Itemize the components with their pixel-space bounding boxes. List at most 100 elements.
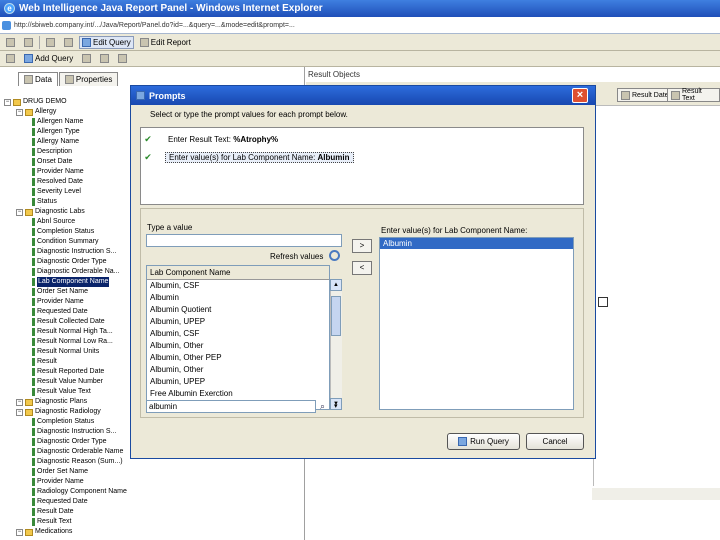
result-objects-header: Result Objects xyxy=(308,70,361,79)
tree-node-label: Provider Name xyxy=(37,478,84,485)
query-icon xyxy=(82,37,91,47)
dimension-icon xyxy=(32,338,35,346)
tree-node[interactable]: Result Text xyxy=(4,517,302,527)
lov-item[interactable]: Albumin, Other xyxy=(147,364,329,376)
lov-item[interactable]: Free Albumin Exerction xyxy=(147,388,329,400)
search-icon[interactable]: ⌕ xyxy=(320,401,325,412)
tree-node-label: Result Normal Units xyxy=(37,348,100,355)
dimension-icon xyxy=(32,368,35,376)
expand-icon[interactable]: − xyxy=(16,528,23,536)
lov-item[interactable]: Albumin, Other xyxy=(147,340,329,352)
lov-item[interactable]: Albumin, CSF xyxy=(147,280,329,292)
tree-node[interactable]: Result Date xyxy=(4,507,302,517)
result-object-chip[interactable]: Result Text xyxy=(667,88,720,102)
prompt-row[interactable]: ✔ Enter Result Text: %Atrophy% xyxy=(141,132,281,147)
tree-node-label: Onset Date xyxy=(37,158,73,165)
prompt-text: Enter value(s) for Lab Component Name: A… xyxy=(165,152,354,163)
tree-node-label: DRUG DEMO xyxy=(23,98,67,105)
tree-node-label: Diagnostic Orderable Na... xyxy=(37,268,120,275)
chevron-down-icon xyxy=(64,37,73,47)
lov-item[interactable]: Albumin, CSF xyxy=(147,328,329,340)
run-icon xyxy=(6,54,15,63)
dimension-icon xyxy=(32,248,35,256)
tree-node-label: Diagnostic Labs xyxy=(35,208,85,215)
cancel-label: Cancel xyxy=(542,437,568,446)
tree-node-label: Diagnostic Instruction S... xyxy=(37,428,117,435)
expand-icon[interactable]: − xyxy=(16,208,23,216)
lov-item[interactable]: Albumin, UPEP xyxy=(147,316,329,328)
lov-item[interactable]: Albumin, UPEP xyxy=(147,376,329,388)
new-doc-button[interactable] xyxy=(3,36,18,49)
refresh-icon[interactable] xyxy=(329,250,340,261)
tab-properties-label: Properties xyxy=(75,75,113,84)
open-button[interactable] xyxy=(21,36,36,49)
tree-node-label: Result Value Text xyxy=(37,388,91,395)
query-props-button[interactable] xyxy=(79,52,94,65)
lov-item[interactable]: Albumin xyxy=(147,292,329,304)
query-filter-button[interactable] xyxy=(97,52,112,65)
dimension-icon xyxy=(32,118,35,126)
prompt-value: Albumin xyxy=(317,153,350,162)
tab-data[interactable]: Data xyxy=(18,72,58,86)
dialog-titlebar: Prompts xyxy=(131,86,595,105)
cancel-button[interactable]: Cancel xyxy=(526,433,584,450)
filter-toggle-icon[interactable] xyxy=(598,297,608,307)
add-query-label: Add Query xyxy=(35,54,74,63)
query-filters-area xyxy=(593,236,720,486)
edit-query-button[interactable]: Edit Query xyxy=(79,35,134,49)
save-button[interactable] xyxy=(43,36,58,49)
add-query-button[interactable]: Add Query xyxy=(21,52,76,65)
expand-icon[interactable]: − xyxy=(16,398,23,406)
tree-node-label: Resolved Date xyxy=(37,178,83,185)
dialog-title: Prompts xyxy=(149,90,186,101)
tree-node-label: Diagnostic Radiology xyxy=(35,408,101,415)
tree-node-label: Diagnostic Order Type xyxy=(37,438,107,445)
tab-properties[interactable]: Properties xyxy=(58,72,119,86)
tree-node[interactable]: Provider Name xyxy=(4,477,302,487)
lov-item[interactable]: Albumin Quotient xyxy=(147,304,329,316)
dimension-icon xyxy=(32,488,35,496)
dimension-icon xyxy=(32,418,35,426)
tree-node-label: Requested Date xyxy=(37,498,88,505)
object-icon xyxy=(621,90,630,100)
result-object-chip[interactable]: Result Date xyxy=(617,88,673,102)
run-icon-button[interactable] xyxy=(3,52,18,65)
dimension-icon xyxy=(32,438,35,446)
tree-node[interactable]: Requested Date xyxy=(4,497,302,507)
close-icon[interactable]: × xyxy=(572,88,588,103)
dimension-icon xyxy=(32,128,35,136)
expand-icon[interactable]: − xyxy=(4,98,11,106)
address-url[interactable]: http://sbiweb.company.int/.../Java/Repor… xyxy=(14,22,295,29)
dimension-icon xyxy=(32,188,35,196)
expand-icon[interactable]: − xyxy=(16,408,23,416)
search-input[interactable]: albumin xyxy=(146,400,316,413)
selected-value-item[interactable]: Albumin xyxy=(380,238,573,249)
tree-node-label: Provider Name xyxy=(37,168,84,175)
remove-value-button[interactable]: < xyxy=(352,261,372,275)
type-value-input[interactable] xyxy=(146,234,342,247)
query-toolbar: Add Query xyxy=(0,51,720,67)
tree-node[interactable]: Order Set Name xyxy=(4,467,302,477)
add-value-button[interactable]: > xyxy=(352,239,372,253)
check-icon: ✔ xyxy=(144,134,152,144)
object-icon xyxy=(671,90,680,100)
tree-node[interactable]: Radiology Component Name xyxy=(4,487,302,497)
refresh-values-label[interactable]: Refresh values xyxy=(270,252,323,261)
delete-query-button[interactable] xyxy=(115,52,130,65)
save-dropdown-button[interactable] xyxy=(61,36,76,49)
scroll-thumb[interactable] xyxy=(331,296,341,336)
tree-node-label: Status xyxy=(37,198,57,205)
address-bar[interactable]: http://sbiweb.company.int/.../Java/Repor… xyxy=(0,17,720,34)
run-query-button[interactable]: Run Query xyxy=(447,433,520,450)
chevron-down-icon[interactable]: ▾ xyxy=(334,402,338,410)
horizontal-scrollbar[interactable] xyxy=(592,488,720,500)
lov-item[interactable]: Albumin, Other PEP xyxy=(147,352,329,364)
expand-icon[interactable]: − xyxy=(16,108,23,116)
data-tab-icon xyxy=(24,75,33,84)
lov-items: Albumin, CSF Albumin Albumin Quotient Album… xyxy=(147,280,329,400)
tree-node[interactable]: − Medications xyxy=(4,527,302,537)
prompt-row[interactable]: ✔ Enter value(s) for Lab Component Name:… xyxy=(141,150,354,165)
tree-node-label: Diagnostic Order Type xyxy=(37,258,107,265)
edit-report-button[interactable]: Edit Report xyxy=(137,36,194,49)
scroll-up-icon[interactable]: ▲ xyxy=(330,279,342,291)
